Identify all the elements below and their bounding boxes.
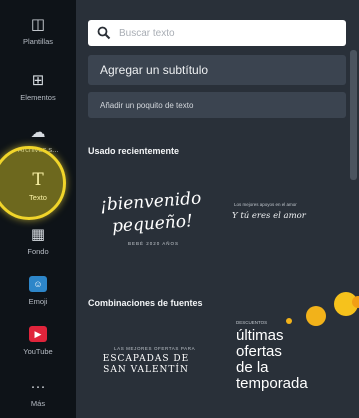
rail-item-texto[interactable]: T Texto (0, 160, 76, 212)
rail-item-label: Fondo (27, 247, 49, 256)
upload-icon: ☁ (30, 123, 46, 141)
add-subtitle-button[interactable]: Agregar un subtítulo (88, 55, 346, 85)
combo-text: DESCUENTOS (236, 320, 268, 325)
more-icon: ··· (30, 377, 46, 395)
search-bar[interactable] (88, 20, 346, 46)
text-combo-bienvenido[interactable]: ¡bienvenido pequeño! BEBÉ 2020 AÑOS (92, 188, 222, 258)
rail-item-elementos[interactable]: ⊞ Elementos (0, 60, 76, 112)
rail-item-emoji[interactable]: ☺ Emoji (0, 264, 76, 316)
rail-item-label: Elementos (20, 93, 56, 102)
background-icon: ▦ (30, 225, 46, 243)
rail-item-plantillas[interactable]: ◫ Plantillas (0, 4, 76, 56)
combo-text: ESCAPADAS DE (102, 354, 190, 364)
text-combo-ofertas[interactable]: DESCUENTOS últimas ofertas de la tempora… (234, 320, 354, 416)
search-icon (97, 26, 111, 40)
combo-text: BEBÉ 2020 AÑOS (128, 241, 180, 246)
panel-scrollbar[interactable] (350, 50, 357, 180)
youtube-tile-icon: ▶ (29, 326, 47, 342)
combo-text: pequeño! (111, 211, 194, 237)
combo-text: LAS MEJORES OFERTAS PARA (114, 346, 196, 351)
rail-item-label: Texto (29, 193, 47, 202)
rail-item-label: YouTube (23, 347, 53, 356)
add-body-text-button[interactable]: Añadir un poquito de texto (88, 92, 346, 118)
search-input[interactable] (119, 27, 339, 39)
combo-text: SAN VALENTÍN (103, 365, 189, 375)
youtube-icon: ▶ (27, 324, 49, 344)
rail-item-mas[interactable]: ··· Más (0, 366, 76, 418)
template-icon: ◫ (30, 15, 46, 33)
rail-item-fondo[interactable]: ▦ Fondo (0, 214, 76, 266)
text-icon: T (32, 169, 44, 190)
combo-text: Y tú eres el amor (232, 211, 306, 221)
elements-icon: ⊞ (31, 71, 45, 89)
recent-section-title: Usado recientemente (88, 146, 180, 156)
left-rail: ◫ Plantillas ⊞ Elementos ☁ Archivos s...… (0, 0, 76, 418)
text-combo-escapadas[interactable]: LAS MEJORES OFERTAS PARA ESCAPADAS DE SA… (86, 346, 206, 390)
rail-item-youtube[interactable]: ▶ YouTube (0, 314, 76, 366)
rail-item-label: Más (30, 399, 46, 408)
combo-text: de la (236, 359, 269, 376)
emoji-tile-icon: ☺ (29, 276, 47, 292)
decorative-dot (352, 296, 359, 308)
combo-text: ofertas (236, 343, 282, 360)
rail-item-label: Archivos s... (17, 145, 59, 154)
emoji-icon: ☺ (27, 274, 49, 294)
rail-item-label: Plantillas (22, 37, 53, 46)
text-combo-amor[interactable]: Los mejores apoyos en el amor Y tú eres … (226, 198, 348, 238)
combo-text: temporada (236, 375, 308, 392)
rail-item-archivos[interactable]: ☁ Archivos s... (0, 112, 76, 164)
combo-text: últimas (236, 327, 284, 344)
combo-text-block: ESCAPADAS DE SAN VALENTÍN (86, 354, 206, 376)
text-panel: Agregar un subtítulo Añadir un poquito d… (76, 0, 359, 418)
combo-text: Los mejores apoyos en el amor (234, 202, 297, 207)
rail-item-label: Emoji (28, 297, 48, 306)
combo-text-block: últimas ofertas de la temporada (236, 328, 308, 392)
combos-section-title: Combinaciones de fuentes (88, 298, 203, 308)
